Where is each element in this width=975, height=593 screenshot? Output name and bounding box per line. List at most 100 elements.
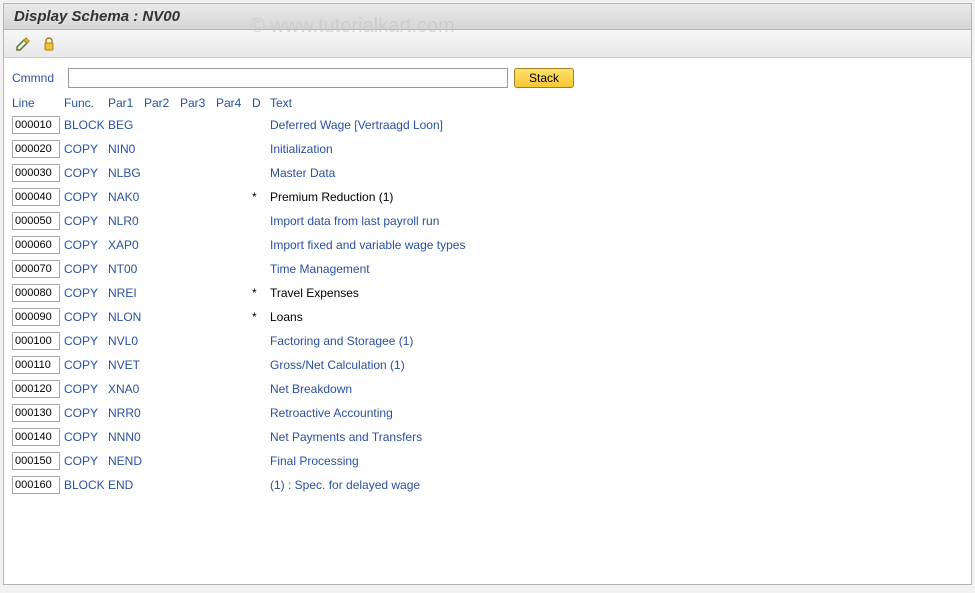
cell-par1[interactable]: END bbox=[108, 478, 144, 492]
table-row: COPYNLR0 Import data from last payroll ru… bbox=[12, 210, 963, 232]
table-row: COPYNT00 Time Management bbox=[12, 258, 963, 280]
cell-par1[interactable]: NAK0 bbox=[108, 190, 144, 204]
table-row: COPYNAK0 *Premium Reduction (1) bbox=[12, 186, 963, 208]
cell-d: * bbox=[252, 190, 270, 204]
cell-func[interactable]: COPY bbox=[64, 406, 108, 420]
line-number-field[interactable] bbox=[12, 308, 60, 326]
line-number-field[interactable] bbox=[12, 452, 60, 470]
table-row: COPYNLBG Master Data bbox=[12, 162, 963, 184]
line-number-field[interactable] bbox=[12, 236, 60, 254]
cell-func[interactable]: COPY bbox=[64, 310, 108, 324]
cell-par1[interactable]: NLBG bbox=[108, 166, 144, 180]
header-par2: Par2 bbox=[144, 96, 180, 110]
cell-text[interactable]: Import fixed and variable wage types bbox=[270, 238, 963, 252]
cell-func[interactable]: COPY bbox=[64, 238, 108, 252]
cell-func[interactable]: COPY bbox=[64, 166, 108, 180]
cell-text[interactable]: Deferred Wage [Vertraagd Loon] bbox=[270, 118, 963, 132]
lock-button[interactable] bbox=[38, 34, 60, 54]
cell-func[interactable]: COPY bbox=[64, 214, 108, 228]
cell-func[interactable]: COPY bbox=[64, 142, 108, 156]
cell-text[interactable]: (1) : Spec. for delayed wage bbox=[270, 478, 963, 492]
line-number-field[interactable] bbox=[12, 356, 60, 374]
toolbar bbox=[4, 30, 971, 58]
cell-text[interactable]: Net Payments and Transfers bbox=[270, 430, 963, 444]
cell-par1[interactable]: NREI bbox=[108, 286, 144, 300]
cell-func[interactable]: COPY bbox=[64, 190, 108, 204]
cell-par1[interactable]: NIN0 bbox=[108, 142, 144, 156]
cell-text: Travel Expenses bbox=[270, 286, 963, 300]
table-header: Line Func. Par1 Par2 Par3 Par4 D Text bbox=[12, 94, 963, 112]
table-row: COPYNLON*Loans bbox=[12, 306, 963, 328]
line-number-field[interactable] bbox=[12, 188, 60, 206]
window-title: Display Schema : NV00 bbox=[14, 8, 180, 25]
header-par4: Par4 bbox=[216, 96, 252, 110]
line-number-field[interactable] bbox=[12, 140, 60, 158]
cell-par1[interactable]: NVL0 bbox=[108, 334, 144, 348]
pencil-icon bbox=[15, 36, 31, 52]
cell-par1[interactable]: BEG bbox=[108, 118, 144, 132]
cell-text[interactable]: Final Processing bbox=[270, 454, 963, 468]
title-bar: Display Schema : NV00 bbox=[4, 4, 971, 30]
table-row: COPYNIN0 Initialization bbox=[12, 138, 963, 160]
table-row: BLOCKEND (1) : Spec. for delayed wage bbox=[12, 474, 963, 496]
line-number-field[interactable] bbox=[12, 164, 60, 182]
cell-func[interactable]: BLOCK bbox=[64, 118, 108, 132]
line-number-field[interactable] bbox=[12, 332, 60, 350]
cell-func[interactable]: COPY bbox=[64, 334, 108, 348]
cell-par1[interactable]: NLR0 bbox=[108, 214, 144, 228]
cell-func[interactable]: COPY bbox=[64, 262, 108, 276]
cell-text[interactable]: Master Data bbox=[270, 166, 963, 180]
cell-text[interactable]: Gross/Net Calculation (1) bbox=[270, 358, 963, 372]
line-number-field[interactable] bbox=[12, 380, 60, 398]
cell-func[interactable]: COPY bbox=[64, 454, 108, 468]
header-func: Func. bbox=[64, 96, 108, 110]
line-number-field[interactable] bbox=[12, 212, 60, 230]
content-area: Cmmnd Stack Line Func. Par1 Par2 Par3 Pa… bbox=[4, 58, 971, 506]
cell-func[interactable]: COPY bbox=[64, 286, 108, 300]
main-window: Display Schema : NV00 © www.tutorialkart… bbox=[3, 3, 972, 585]
cell-par1[interactable]: NVET bbox=[108, 358, 144, 372]
header-par3: Par3 bbox=[180, 96, 216, 110]
command-row: Cmmnd Stack bbox=[12, 68, 963, 88]
cell-par1[interactable]: NEND bbox=[108, 454, 144, 468]
cell-text[interactable]: Factoring and Storagee (1) bbox=[270, 334, 963, 348]
table-row: COPYNRR0 Retroactive Accounting bbox=[12, 402, 963, 424]
cell-func[interactable]: BLOCK bbox=[64, 478, 108, 492]
table-row: COPYNREI *Travel Expenses bbox=[12, 282, 963, 304]
table-row: COPYNNN0 Net Payments and Transfers bbox=[12, 426, 963, 448]
cell-par1[interactable]: XNA0 bbox=[108, 382, 144, 396]
stack-button[interactable]: Stack bbox=[514, 68, 574, 88]
table-row: COPYNVL0 Factoring and Storagee (1) bbox=[12, 330, 963, 352]
edit-button[interactable] bbox=[12, 34, 34, 54]
line-number-field[interactable] bbox=[12, 284, 60, 302]
cell-text[interactable]: Time Management bbox=[270, 262, 963, 276]
cell-par1[interactable]: NLON bbox=[108, 310, 144, 324]
cell-par1[interactable]: NT00 bbox=[108, 262, 144, 276]
line-number-field[interactable] bbox=[12, 260, 60, 278]
cell-text[interactable]: Retroactive Accounting bbox=[270, 406, 963, 420]
table-row: COPYNEND Final Processing bbox=[12, 450, 963, 472]
line-number-field[interactable] bbox=[12, 116, 60, 134]
cell-d: * bbox=[252, 286, 270, 300]
cell-par1[interactable]: NRR0 bbox=[108, 406, 144, 420]
table-row: BLOCKBEG Deferred Wage [Vertraagd Loon] bbox=[12, 114, 963, 136]
lock-icon bbox=[41, 36, 57, 52]
command-input[interactable] bbox=[68, 68, 508, 88]
table-row: COPYXNA0 Net Breakdown bbox=[12, 378, 963, 400]
header-line: Line bbox=[12, 96, 64, 110]
cell-text[interactable]: Net Breakdown bbox=[270, 382, 963, 396]
cell-func[interactable]: COPY bbox=[64, 430, 108, 444]
cell-par1[interactable]: XAP0 bbox=[108, 238, 144, 252]
line-number-field[interactable] bbox=[12, 404, 60, 422]
line-number-field[interactable] bbox=[12, 476, 60, 494]
cell-par1[interactable]: NNN0 bbox=[108, 430, 144, 444]
cell-text[interactable]: Initialization bbox=[270, 142, 963, 156]
cell-text: Premium Reduction (1) bbox=[270, 190, 963, 204]
cell-func[interactable]: COPY bbox=[64, 382, 108, 396]
header-d: D bbox=[252, 96, 270, 110]
table-row: COPYNVET Gross/Net Calculation (1) bbox=[12, 354, 963, 376]
line-number-field[interactable] bbox=[12, 428, 60, 446]
cell-text: Loans bbox=[270, 310, 963, 324]
cell-text[interactable]: Import data from last payroll run bbox=[270, 214, 963, 228]
cell-func[interactable]: COPY bbox=[64, 358, 108, 372]
